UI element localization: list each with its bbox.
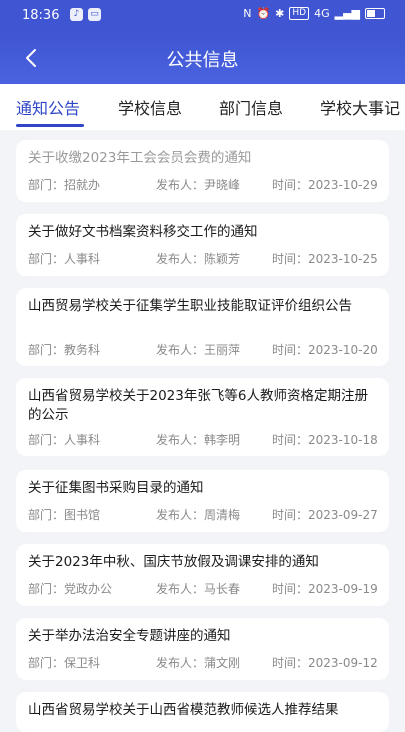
dept-label: 部门： xyxy=(28,252,65,266)
publisher-label: 发布人： xyxy=(156,582,205,596)
nav-bar: 公共信息 xyxy=(0,32,405,84)
bluetooth-icon: ✱ xyxy=(275,7,285,20)
notice-time: 时间：2023-09-12 xyxy=(272,654,378,671)
notice-publisher: 发布人：陈颖芳 xyxy=(156,250,240,267)
notice-publisher: 发布人：蒲文刚 xyxy=(156,654,240,671)
dept-label: 部门： xyxy=(28,508,65,522)
notice-card[interactable]: 山西省贸易学校关于山西省模范教师候选人推荐结果 xyxy=(16,692,389,732)
notice-title: 关于收缴2023年工会会员会费的通知 xyxy=(28,150,252,166)
status-bar: 18:36 ♪ ▭ N ⏰ ✱ HD 4G ▂▄▆ xyxy=(0,0,405,32)
battery-icon xyxy=(365,8,385,19)
notice-title: 关于举办法治安全专题讲座的通知 xyxy=(28,628,231,644)
publisher-value: 陈颖芳 xyxy=(204,252,241,266)
notice-title: 关于征集图书采购目录的通知 xyxy=(28,480,204,496)
notice-card[interactable]: 山西贸易学校关于征集学生职业技能取证评价组织公告 部门：教务科 发布人：王丽萍 … xyxy=(16,288,389,366)
time-value: 2023-10-25 xyxy=(308,252,378,266)
time-label: 时间： xyxy=(272,252,309,266)
publisher-label: 发布人： xyxy=(156,178,205,192)
notice-time: 时间：2023-10-29 xyxy=(272,176,378,193)
tab-school-info[interactable]: 学校信息 xyxy=(118,95,182,119)
dept-value: 招就办 xyxy=(64,178,101,192)
signal-4g-icon: 4G xyxy=(314,7,330,20)
notice-publisher: 发布人：韩李明 xyxy=(156,431,240,448)
alarm-icon: ⏰ xyxy=(256,7,271,20)
notice-publisher: 发布人：王丽萍 xyxy=(156,341,240,358)
publisher-label: 发布人： xyxy=(156,343,205,357)
time-label: 时间： xyxy=(272,178,309,192)
notice-time: 时间：2023-10-25 xyxy=(272,250,378,267)
dept-label: 部门： xyxy=(28,178,65,192)
hd-icon: HD xyxy=(289,7,310,20)
nfc-icon: N xyxy=(243,7,252,20)
notice-title: 山西省贸易学校关于山西省模范教师候选人推荐结果 xyxy=(28,702,339,718)
tab-department-info[interactable]: 部门信息 xyxy=(219,95,283,119)
publisher-value: 王丽萍 xyxy=(204,343,241,357)
page-title: 公共信息 xyxy=(166,50,239,71)
notice-dept: 部门：保卫科 xyxy=(28,654,100,671)
dept-value: 人事科 xyxy=(64,252,101,266)
dept-value: 图书馆 xyxy=(64,508,101,522)
notice-time: 时间：2023-09-19 xyxy=(272,580,378,597)
time-value: 2023-09-27 xyxy=(308,508,378,522)
notice-dept: 部门：教务科 xyxy=(28,341,100,358)
publisher-value: 马长春 xyxy=(204,582,241,596)
notice-title: 山西省贸易学校关于2023年张飞等6人教师资格定期注册的公示 xyxy=(28,388,368,423)
notice-card[interactable]: 关于做好文书档案资料移交工作的通知 部门：人事科 发布人：陈颖芳 时间：2023… xyxy=(16,214,389,276)
notice-publisher: 发布人：马长春 xyxy=(156,580,240,597)
publisher-label: 发布人： xyxy=(156,656,205,670)
time-value: 2023-10-18 xyxy=(308,433,378,447)
notice-dept: 部门：图书馆 xyxy=(28,506,100,523)
notice-title: 山西贸易学校关于征集学生职业技能取证评价组织公告 xyxy=(28,298,352,314)
time-label: 时间： xyxy=(272,508,309,522)
active-tab-indicator xyxy=(16,124,84,127)
notice-time: 时间：2023-09-27 xyxy=(272,506,378,523)
publisher-label: 发布人： xyxy=(156,508,205,522)
dept-value: 党政办公 xyxy=(64,582,113,596)
notice-time: 时间：2023-10-18 xyxy=(272,431,378,448)
signal-icon: ▂▄▆ xyxy=(334,7,360,20)
dept-label: 部门： xyxy=(28,433,65,447)
notice-card[interactable]: 关于收缴2023年工会会员会费的通知 部门：招就办 发布人：尹晓峰 时间：202… xyxy=(16,140,389,202)
publisher-value: 蒲文刚 xyxy=(204,656,241,670)
time-value: 2023-09-19 xyxy=(308,582,378,596)
time-label: 时间： xyxy=(272,343,309,357)
publisher-value: 周清梅 xyxy=(204,508,241,522)
dept-value: 保卫科 xyxy=(64,656,101,670)
notice-title: 关于做好文书档案资料移交工作的通知 xyxy=(28,224,258,240)
time-value: 2023-09-12 xyxy=(308,656,378,670)
time-value: 2023-10-29 xyxy=(308,178,378,192)
tiktok-icon: ♪ xyxy=(70,8,83,21)
time-label: 时间： xyxy=(272,433,309,447)
notice-dept: 部门：党政办公 xyxy=(28,580,112,597)
time-value: 2023-10-20 xyxy=(308,343,378,357)
notice-publisher: 发布人：尹晓峰 xyxy=(156,176,240,193)
notice-time: 时间：2023-10-20 xyxy=(272,341,378,358)
status-time: 18:36 xyxy=(22,8,60,23)
time-label: 时间： xyxy=(272,656,309,670)
publisher-value: 韩李明 xyxy=(204,433,241,447)
dept-label: 部门： xyxy=(28,656,65,670)
dept-label: 部门： xyxy=(28,343,65,357)
notice-dept: 部门：人事科 xyxy=(28,250,100,267)
notice-title: 关于2023年中秋、国庆节放假及调课安排的通知 xyxy=(28,554,319,570)
notice-dept: 部门：招就办 xyxy=(28,176,100,193)
notice-card[interactable]: 关于2023年中秋、国庆节放假及调课安排的通知 部门：党政办公 发布人：马长春 … xyxy=(16,544,389,606)
notice-card[interactable]: 山西省贸易学校关于2023年张飞等6人教师资格定期注册的公示 部门：人事科 发布… xyxy=(16,378,389,456)
tab-school-events[interactable]: 学校大事记 xyxy=(320,95,400,119)
publisher-label: 发布人： xyxy=(156,252,205,266)
time-label: 时间： xyxy=(272,582,309,596)
tab-bar: 通知公告 学校信息 部门信息 学校大事记 xyxy=(0,84,405,130)
tab-notices[interactable]: 通知公告 xyxy=(16,95,80,119)
notice-publisher: 发布人：周清梅 xyxy=(156,506,240,523)
publisher-value: 尹晓峰 xyxy=(204,178,241,192)
dept-value: 教务科 xyxy=(64,343,101,357)
notice-card[interactable]: 关于举办法治安全专题讲座的通知 部门：保卫科 发布人：蒲文刚 时间：2023-0… xyxy=(16,618,389,680)
chat-icon: ▭ xyxy=(88,8,101,21)
publisher-label: 发布人： xyxy=(156,433,205,447)
notice-card[interactable]: 关于征集图书采购目录的通知 部门：图书馆 发布人：周清梅 时间：2023-09-… xyxy=(16,470,389,532)
dept-value: 人事科 xyxy=(64,433,101,447)
notice-dept: 部门：人事科 xyxy=(28,431,100,448)
dept-label: 部门： xyxy=(28,582,65,596)
